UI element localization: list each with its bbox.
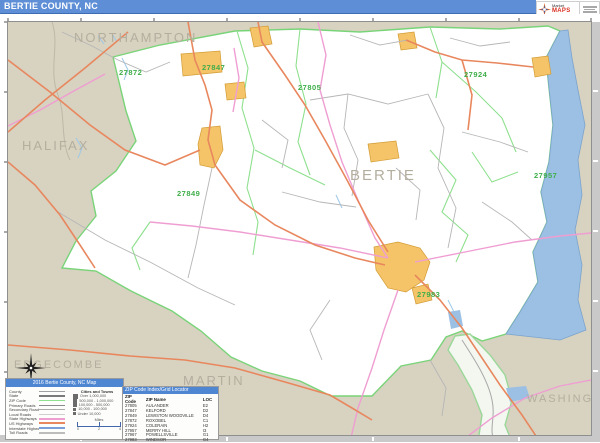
zip-label: 27924 <box>464 70 488 79</box>
county-label: NORTHAMPTON <box>74 30 197 45</box>
scale-tick: 0 <box>77 427 79 431</box>
zip-label: 27872 <box>119 68 142 77</box>
map-legend: 2016 Bertie County, NC Map CountyStateZI… <box>5 378 124 440</box>
zip-label: 27805 <box>298 83 321 92</box>
map-page: BERTIE COUNTY, NC Market MAPS <box>0 0 600 442</box>
legend-symbol-list: CountyStateZIP CodePrimary RoadsSecondar… <box>9 389 71 435</box>
zip-label: 27957 <box>534 171 557 180</box>
zip-label: 27983 <box>417 290 440 299</box>
zip-label: 27849 <box>177 189 200 198</box>
zip-index-title: ZIP Code Index/Grid Locator <box>123 387 218 394</box>
county-label: HALIFAX <box>22 138 89 153</box>
zip-index-panel: ZIP Code Index/Grid Locator ZIP Code ZIP… <box>122 386 219 440</box>
county-map-canvas: NORTHAMPTONHALIFAXBERTIEEDGECOMBEMARTINW… <box>0 0 600 442</box>
scale-tick: 4 <box>119 427 121 431</box>
zip-label: 27847 <box>202 63 225 72</box>
legend-item: Toll Roads <box>9 430 71 435</box>
zip-table-row: 27983WINDSORG4 <box>123 438 218 443</box>
scale-tick: 2 <box>98 427 100 431</box>
city-size-item: Under 10,000 <box>73 412 121 416</box>
zip-index-table: ZIP Code ZIP Name LOC 27805AULANDERE2278… <box>123 394 218 443</box>
legend-title: 2016 Bertie County, NC Map <box>6 379 123 387</box>
legend-city-sizes: Over 1,000,000500,000 - 1,000,000100,000… <box>73 394 121 416</box>
county-label: WASHINGTON <box>527 393 600 405</box>
scale-bar: Miles 024 <box>77 418 121 431</box>
county-label: BERTIE <box>350 167 416 184</box>
compass-center <box>29 366 32 369</box>
right-edge-strip <box>591 22 600 442</box>
top-ruler <box>0 14 600 21</box>
